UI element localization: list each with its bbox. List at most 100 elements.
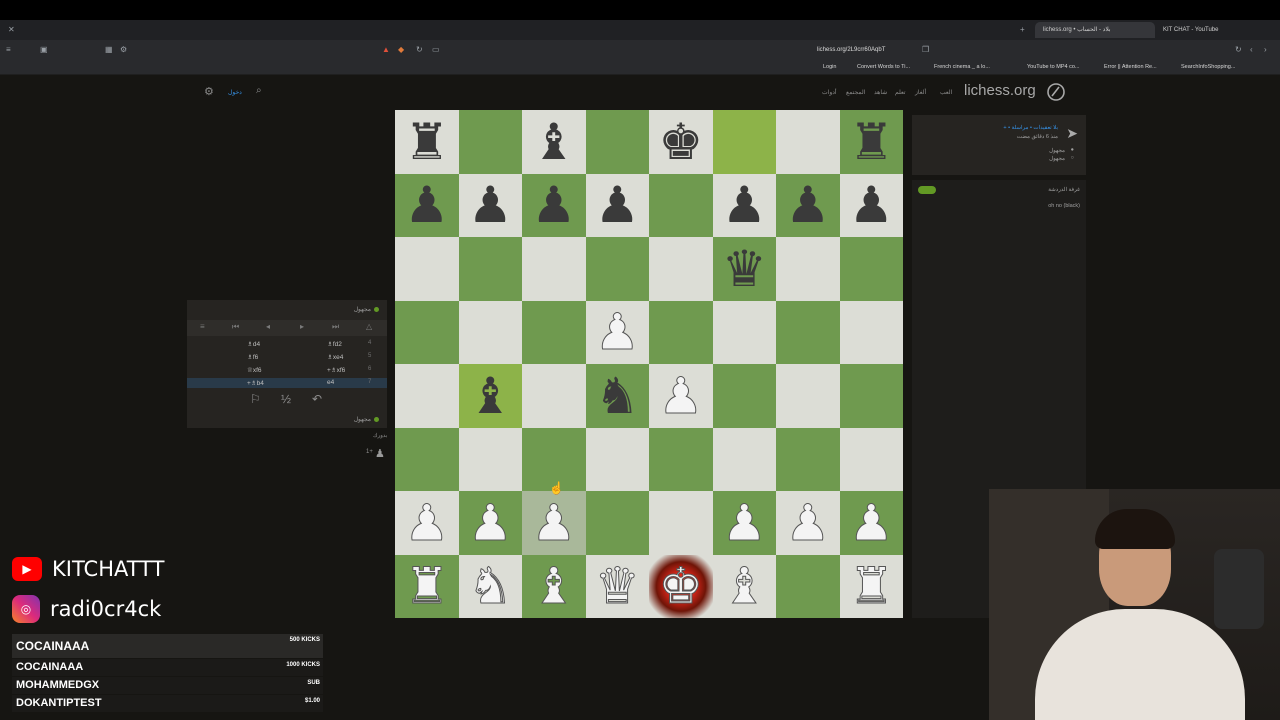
board-square[interactable]	[839, 364, 903, 428]
board-square[interactable]	[839, 427, 903, 491]
board-square[interactable]	[649, 427, 713, 491]
board-square[interactable]: ♟	[395, 491, 459, 555]
board-square[interactable]	[776, 554, 840, 618]
new-tab-icon[interactable]: +	[1020, 20, 1025, 40]
board-square[interactable]	[395, 427, 459, 491]
board-square[interactable]: ♚	[649, 110, 713, 174]
brave-rewards-icon[interactable]: ◆	[398, 40, 404, 60]
board-square[interactable]: ♟	[585, 300, 649, 364]
chess-piece[interactable]: ♛	[594, 561, 640, 612]
bookmark-convert[interactable]: Convert Words to Ti...	[857, 60, 910, 75]
board-square[interactable]: ♟	[522, 491, 586, 555]
chess-piece[interactable]: ♟	[404, 180, 449, 230]
lichess-logo[interactable]: lichess.org	[964, 82, 1036, 99]
share-icon[interactable]: ↻	[416, 40, 423, 60]
chess-piece[interactable]: ♟	[785, 180, 830, 230]
move-white[interactable]: ♗xe4	[327, 353, 343, 361]
board-square[interactable]	[839, 237, 903, 301]
gear-icon[interactable]: ⚙	[204, 85, 214, 98]
board-square[interactable]	[585, 237, 649, 301]
board-square[interactable]	[395, 364, 459, 428]
board-square[interactable]: ♟	[712, 491, 776, 555]
bookmark-error[interactable]: Error || Attention Re...	[1104, 60, 1157, 75]
tab-lichess[interactable]: lichess.org • بلاد - الحساب	[1035, 22, 1155, 38]
next-move-icon[interactable]: ▸	[300, 322, 304, 331]
board-square[interactable]	[712, 110, 776, 174]
board-square[interactable]	[522, 300, 586, 364]
chess-piece[interactable]: ♜	[404, 117, 449, 167]
offer-draw-button[interactable]: ½	[281, 392, 291, 406]
chess-piece[interactable]: ♝	[531, 561, 577, 612]
screen-icon[interactable]: ▭	[432, 40, 440, 60]
close-icon[interactable]: ✕	[8, 20, 15, 40]
board-square[interactable]: ♟	[776, 491, 840, 555]
board-square[interactable]	[395, 237, 459, 301]
address-bar[interactable]: lichess.org/2L9crr60AqbT	[817, 43, 885, 57]
move-black[interactable]: ♗f6	[247, 353, 258, 361]
board-square[interactable]	[712, 300, 776, 364]
chess-piece[interactable]: ♟	[722, 180, 767, 230]
bookmark-login[interactable]: Login	[823, 60, 836, 75]
board-square[interactable]: ♜	[395, 554, 459, 618]
sign-in-link[interactable]: دخول	[228, 89, 242, 96]
takeback-icon[interactable]: ↶	[312, 392, 322, 406]
chess-piece[interactable]: ♜	[848, 561, 894, 612]
bookmark-icon[interactable]: ❒	[922, 40, 929, 60]
board-square[interactable]: ♝	[712, 554, 776, 618]
board-square[interactable]: ♟	[522, 173, 586, 237]
board-square[interactable]: ♜	[839, 554, 903, 618]
board-square[interactable]: ♜	[839, 110, 903, 174]
board-square[interactable]	[458, 110, 522, 174]
board-square[interactable]	[776, 300, 840, 364]
board-square[interactable]	[458, 300, 522, 364]
bookmark-french-cinema[interactable]: French cinema _ a lo...	[934, 60, 990, 75]
move-black[interactable]: ♕xf6	[247, 366, 262, 374]
reload-icon[interactable]: ↻	[1235, 40, 1242, 60]
nav-play[interactable]: العب	[940, 89, 952, 96]
move-white[interactable]: e4	[327, 379, 334, 386]
chess-piece[interactable]: ♝	[468, 371, 513, 421]
flip-board-icon[interactable]: △	[366, 322, 372, 331]
menu-icon[interactable]: ≡	[6, 40, 11, 60]
board-square[interactable]: ♟	[649, 364, 713, 428]
chess-piece[interactable]: ♚	[658, 561, 704, 612]
board-square[interactable]	[649, 237, 713, 301]
last-move-icon[interactable]: ⏭	[332, 322, 339, 332]
chess-piece[interactable]: ♟	[531, 497, 577, 548]
board-square[interactable]: ♞	[458, 554, 522, 618]
board-square[interactable]: ♟	[839, 173, 903, 237]
chess-piece[interactable]: ♟	[849, 180, 894, 230]
move-white[interactable]: +♗xf6	[327, 366, 345, 374]
first-move-icon[interactable]: ⏮	[232, 322, 239, 332]
chess-piece[interactable]: ♟	[785, 497, 831, 548]
brave-shield-icon[interactable]: ▲	[382, 40, 390, 60]
search-icon[interactable]: ⌕	[256, 85, 262, 96]
bookmark-searchinfo[interactable]: SearchInfoShopping...	[1181, 60, 1235, 75]
board-square[interactable]: ♟	[839, 491, 903, 555]
board-square[interactable]	[395, 300, 459, 364]
board-square[interactable]	[839, 300, 903, 364]
chess-piece[interactable]: ♟	[594, 307, 640, 358]
board-square[interactable]	[776, 364, 840, 428]
board-square[interactable]: ♚	[649, 554, 713, 618]
chess-piece[interactable]: ♟	[467, 497, 513, 548]
chess-piece[interactable]: ♟	[848, 497, 894, 548]
prev-move-icon[interactable]: ◂	[266, 322, 270, 331]
extension-icon[interactable]: ⚙	[120, 40, 127, 60]
board-square[interactable]	[649, 173, 713, 237]
board-square[interactable]: ♝	[522, 110, 586, 174]
chess-piece[interactable]: ♜	[849, 117, 894, 167]
chess-piece[interactable]: ♟	[468, 180, 513, 230]
back-icon[interactable]: ‹	[1250, 40, 1253, 60]
chess-piece[interactable]: ♟	[721, 497, 767, 548]
chat-toggle[interactable]	[918, 186, 936, 194]
board-square[interactable]	[649, 300, 713, 364]
chess-piece[interactable]: ♟	[531, 180, 576, 230]
board-square[interactable]: ♝	[458, 364, 522, 428]
nav-community[interactable]: المجتمع	[846, 89, 865, 96]
board-square[interactable]: ♟	[712, 173, 776, 237]
chess-piece[interactable]: ♞	[595, 371, 640, 421]
board-square[interactable]: ♞	[585, 364, 649, 428]
extension-icon[interactable]: ▣	[40, 40, 48, 60]
board-square[interactable]: ♛	[712, 237, 776, 301]
